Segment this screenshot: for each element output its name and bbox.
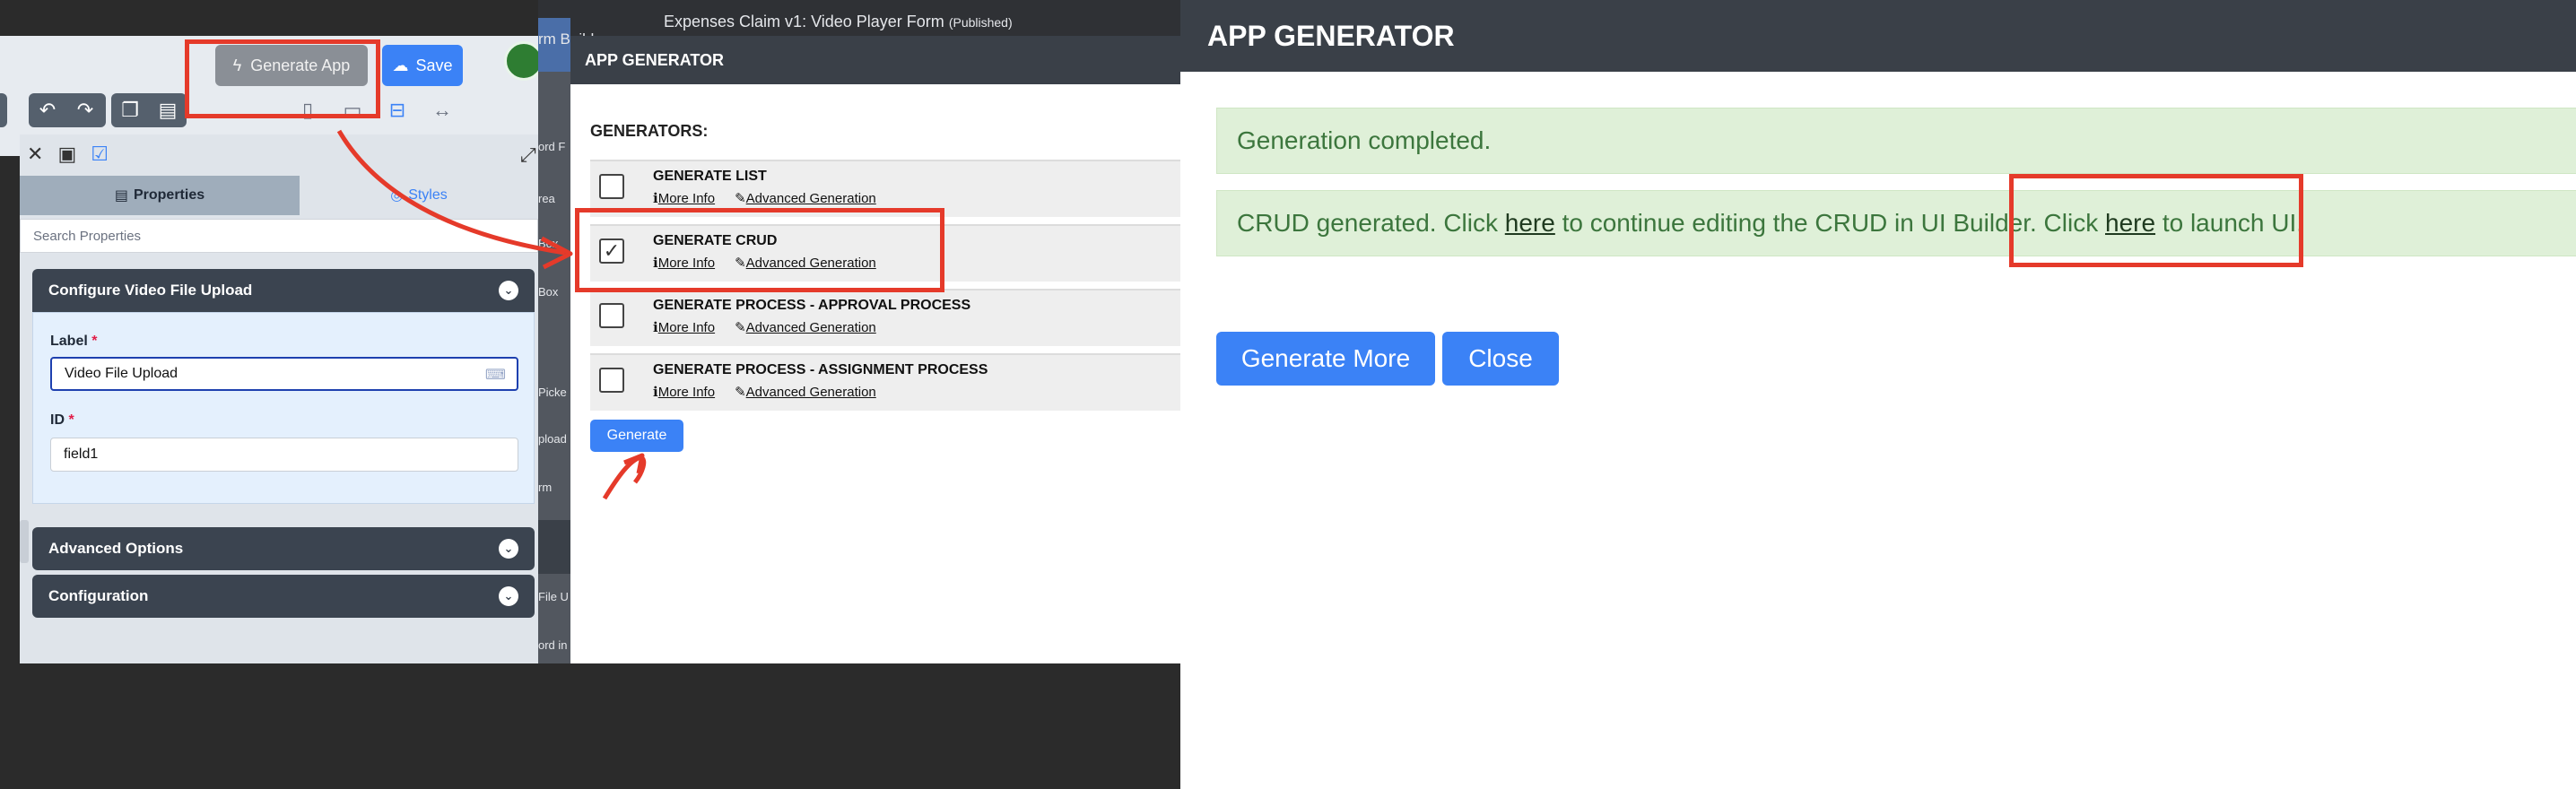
crud-generated-alert: CRUD generated. Click here to continue e… bbox=[1216, 190, 2576, 256]
configure-section-header[interactable]: Configure Video File Upload ⌄ bbox=[32, 269, 535, 312]
save-button[interactable]: ☁ Save bbox=[382, 45, 463, 86]
generate-button[interactable]: Generate bbox=[590, 420, 683, 452]
palette-section-header bbox=[538, 520, 570, 574]
palette-label: File U bbox=[538, 590, 569, 603]
configuration-title: Configuration bbox=[48, 587, 149, 604]
form-title-text: Expenses Claim v1: Video Player Form bbox=[664, 13, 944, 30]
app-generator-dialog: APP GENERATOR GENERATORS: GENERATE LIST … bbox=[570, 36, 1180, 663]
search-properties-input[interactable]: Search Properties bbox=[20, 219, 538, 253]
configuration-header[interactable]: Configuration ⌄ bbox=[32, 575, 535, 618]
dialog-title: APP GENERATOR bbox=[570, 36, 1180, 84]
generator-title: GENERATE PROCESS - ASSIGNMENT PROCESS bbox=[653, 362, 988, 377]
redo-icon[interactable]: ↷ bbox=[66, 93, 104, 127]
tab-properties[interactable]: ▤ Properties bbox=[20, 176, 300, 215]
copy-paste-group: ❐ ▤ bbox=[111, 93, 187, 127]
generator-links: ℹMore Info ✎Advanced Generation bbox=[653, 319, 876, 335]
advanced-generation-link[interactable]: ✎Advanced Generation bbox=[735, 384, 876, 400]
label-field[interactable]: Video File Upload ⌨ bbox=[50, 357, 518, 391]
copy-icon[interactable]: ❐ bbox=[111, 93, 149, 127]
highlight-generate-app bbox=[185, 39, 380, 118]
close-button[interactable]: Close bbox=[1442, 332, 1559, 386]
chevron-down-icon: ⌄ bbox=[499, 281, 518, 300]
palette-label: Picke bbox=[538, 386, 567, 399]
generation-result-panel: APP GENERATOR Generation completed. CRUD… bbox=[1180, 0, 2576, 789]
palette-label: ord in bbox=[538, 638, 568, 652]
palette-label: ord F bbox=[538, 140, 566, 153]
close-icon[interactable]: ✕ bbox=[27, 143, 43, 166]
palette-label: Box bbox=[538, 285, 559, 299]
palette-label: rm bbox=[538, 481, 553, 494]
generator-checkbox[interactable] bbox=[599, 368, 624, 393]
form-status: (Published) bbox=[948, 15, 1013, 30]
chevron-down-icon: ⌄ bbox=[499, 586, 518, 606]
document-icon: ▤ bbox=[114, 188, 128, 204]
generator-row: GENERATE PROCESS - APPROVAL PROCESS ℹMor… bbox=[590, 289, 1180, 346]
generator-title: GENERATE PROCESS - APPROVAL PROCESS bbox=[653, 298, 971, 313]
crud-text-1: CRUD generated. Click bbox=[1237, 209, 1505, 237]
advanced-generation-link[interactable]: ✎Advanced Generation bbox=[735, 319, 876, 335]
translate-icon[interactable]: ⌨ bbox=[485, 366, 506, 384]
generator-title: GENERATE LIST bbox=[653, 169, 767, 184]
completed-text: Generation completed. bbox=[1237, 126, 1492, 154]
generator-row: GENERATE PROCESS - ASSIGNMENT PROCESS ℹM… bbox=[590, 353, 1180, 411]
expand-icon[interactable]: ⤢ bbox=[520, 143, 536, 167]
palette-label: pload bbox=[538, 432, 567, 446]
palette-label: rea bbox=[538, 192, 555, 205]
configure-section-title: Configure Video File Upload bbox=[48, 282, 253, 299]
generator-links: ℹMore Info ✎Advanced Generation bbox=[653, 384, 876, 400]
generator-links: ℹMore Info ✎Advanced Generation bbox=[653, 190, 876, 206]
tab-styles[interactable]: ◎ Styles bbox=[300, 176, 538, 215]
id-field-value: field1 bbox=[64, 447, 99, 462]
advanced-options-title: Advanced Options bbox=[48, 540, 184, 557]
id-field[interactable]: field1 bbox=[50, 438, 518, 472]
app-generator-dialog-panel: Expenses Claim v1: Video Player Form (Pu… bbox=[538, 0, 1180, 663]
tab-properties-label: Properties bbox=[133, 187, 205, 203]
tab-styles-label: Styles bbox=[408, 187, 448, 203]
generate-more-button[interactable]: Generate More bbox=[1216, 332, 1435, 386]
id-field-label: ID * bbox=[50, 412, 74, 428]
layout-icon[interactable]: ▣ bbox=[57, 143, 76, 166]
paste-icon[interactable]: ▤ bbox=[149, 93, 187, 127]
fullwidth-view-icon[interactable]: ↔ bbox=[427, 95, 457, 126]
completed-alert: Generation completed. bbox=[1216, 108, 2576, 174]
label-field-value: Video File Upload bbox=[65, 366, 178, 381]
cloud-upload-icon: ☁ bbox=[392, 56, 409, 74]
label-field-label: Label * bbox=[50, 334, 98, 349]
search-placeholder: Search Properties bbox=[33, 228, 142, 244]
edit-in-ui-builder-link[interactable]: here bbox=[1505, 209, 1555, 238]
configure-section-body bbox=[32, 312, 535, 504]
advanced-options-header[interactable]: Advanced Options ⌄ bbox=[32, 527, 535, 570]
checkbox-icon[interactable]: ☑ bbox=[91, 143, 109, 166]
properties-tabs: ▤ Properties ◎ Styles bbox=[20, 176, 538, 215]
highlight-generate-crud bbox=[575, 208, 944, 292]
generators-label: GENERATORS: bbox=[590, 122, 709, 140]
resize-handle[interactable] bbox=[20, 520, 29, 563]
undo-icon[interactable]: ↶ bbox=[29, 93, 66, 127]
app-logo bbox=[504, 41, 538, 81]
undo-redo-group: ↶ ↷ bbox=[29, 93, 106, 127]
more-info-link[interactable]: ℹMore Info bbox=[653, 190, 715, 206]
screenshot-stage: ϟ Generate App ☁ Save ↶ ↷ ❐ ▤ ▯ ▭ ⊟ ↔ ✕ … bbox=[0, 0, 2576, 789]
chevron-down-icon: ⌄ bbox=[499, 539, 518, 559]
more-info-link[interactable]: ℹMore Info bbox=[653, 319, 715, 335]
palette-icon: ◎ bbox=[390, 188, 404, 204]
generator-checkbox[interactable] bbox=[599, 303, 624, 328]
result-title: APP GENERATOR bbox=[1180, 0, 2576, 72]
toolbar-stub bbox=[0, 93, 7, 127]
more-info-link[interactable]: ℹMore Info bbox=[653, 384, 715, 400]
palette-label: Box bbox=[538, 237, 559, 250]
generator-checkbox[interactable] bbox=[599, 174, 624, 199]
highlight-launch-ui bbox=[2009, 174, 2303, 267]
save-label: Save bbox=[415, 56, 453, 74]
panel-icon-row: ✕ ▣ ☑ bbox=[27, 142, 109, 167]
advanced-generation-link[interactable]: ✎Advanced Generation bbox=[735, 190, 876, 206]
desktop-view-icon[interactable]: ⊟ bbox=[382, 95, 413, 126]
